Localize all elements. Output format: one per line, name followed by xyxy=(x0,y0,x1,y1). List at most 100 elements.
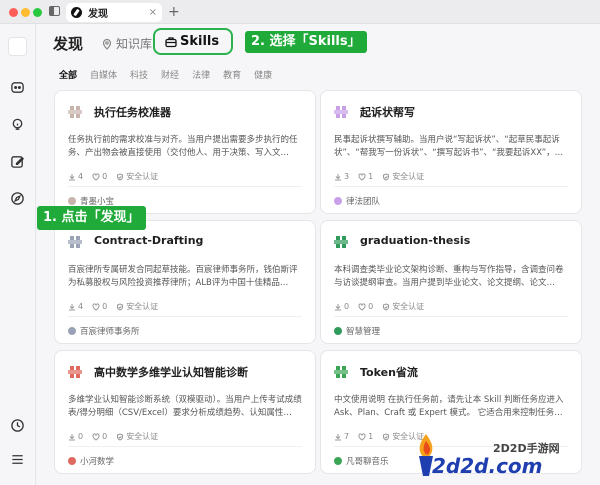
skill-card-author[interactable]: 凡哥聊音乐 xyxy=(334,455,389,467)
minimize-window-button[interactable] xyxy=(21,8,30,17)
download-icon xyxy=(69,303,75,310)
skill-card-title: Token省流 xyxy=(360,366,418,379)
download-icon xyxy=(335,433,341,440)
app-logo xyxy=(8,37,27,56)
location-pin-icon xyxy=(102,38,112,50)
security-badge: 安全认证 xyxy=(382,171,424,182)
page-title: 发现 xyxy=(53,35,84,53)
download-count: 7 xyxy=(334,432,349,441)
sidebar-toggle-icon[interactable] xyxy=(49,6,60,16)
author-avatar xyxy=(334,327,342,335)
skill-card-stats: 0 0 安全认证 xyxy=(68,431,167,442)
filter-tech[interactable]: 科技 xyxy=(130,68,148,81)
skill-card-description: 中文使用说明 在执行任务前，请先让本 Skill 判断任务应进入 Ask、Pla… xyxy=(334,395,564,418)
card-divider xyxy=(68,186,302,187)
maximize-window-button[interactable] xyxy=(33,8,42,17)
security-badge: 安全认证 xyxy=(116,301,158,312)
filter-law[interactable]: 法律 xyxy=(192,68,210,81)
shield-check-icon xyxy=(383,172,390,181)
skill-card-author[interactable]: 律法团队 xyxy=(334,195,380,207)
skill-card-stats: 3 1 安全认证 xyxy=(334,171,433,182)
skill-card[interactable]: graduation-thesis 本科调查类毕业论文架构诊断、重构与写作指导，… xyxy=(320,220,582,344)
card-divider xyxy=(334,316,568,317)
skill-card[interactable]: Contract-Drafting 百宸律所专属研发合同起草技能。百宸律师事务所… xyxy=(54,220,316,344)
main-content: 发现 知识库 Skills 2. 选择「Skills」 全部 自媒体 科技 财经… xyxy=(37,24,600,485)
download-count: 4 xyxy=(68,172,83,181)
close-window-button[interactable] xyxy=(9,8,18,17)
skill-pixel-icon xyxy=(68,104,82,118)
skill-card[interactable]: 执行任务校准器 任务执行前的需求校准与对齐。当用户提出需要多步执行的任务、产出物… xyxy=(54,90,316,214)
left-rail xyxy=(0,24,36,485)
author-avatar xyxy=(334,197,342,205)
author-avatar xyxy=(334,457,342,465)
close-tab-icon[interactable]: × xyxy=(149,7,157,18)
heart-icon xyxy=(92,172,100,181)
menu-icon[interactable] xyxy=(10,452,25,467)
skill-card-author[interactable]: 智慧管理 xyxy=(334,325,380,337)
browser-tab[interactable]: 发现 × xyxy=(66,3,162,22)
skill-card-stats: 4 0 安全认证 xyxy=(68,171,167,182)
like-count[interactable]: 0 xyxy=(358,302,373,311)
shield-check-icon xyxy=(117,432,124,441)
download-icon xyxy=(335,303,341,310)
toolbox-icon xyxy=(165,36,177,47)
like-count[interactable]: 0 xyxy=(92,172,107,181)
skill-card-description: 本科调查类毕业论文架构诊断、重构与写作指导，含调查问卷与访谈提纲审查。当用户提到… xyxy=(334,265,564,288)
skill-card-title: 起诉状帮写 xyxy=(360,106,415,119)
like-count[interactable]: 1 xyxy=(358,172,373,181)
skill-card-author[interactable]: 小河数学 xyxy=(68,455,114,467)
skill-card-description: 百宸律所专属研发合同起草技能。百宸律师事务所，钱伯斯评为私募股权与风险投资推荐律… xyxy=(68,265,298,288)
category-filters: 全部 自媒体 科技 财经 法律 教育 健康 xyxy=(59,68,285,81)
edit-icon[interactable] xyxy=(10,154,25,169)
shield-check-icon xyxy=(383,432,390,441)
filter-education[interactable]: 教育 xyxy=(223,68,241,81)
filter-health[interactable]: 健康 xyxy=(254,68,272,81)
tab-skills[interactable]: Skills xyxy=(153,28,234,55)
shield-check-icon xyxy=(383,302,390,311)
skill-card-stats: 0 0 安全认证 xyxy=(334,301,433,312)
card-divider xyxy=(68,446,302,447)
skill-card-description: 民事起诉状撰写辅助。当用户说“写起诉状”、“起草民事起诉状”、“帮我写一份诉状”… xyxy=(334,135,564,158)
skill-card-stats: 4 0 安全认证 xyxy=(68,301,167,312)
new-tab-button[interactable]: + xyxy=(168,3,180,21)
skill-card[interactable]: 起诉状帮写 民事起诉状撰写辅助。当用户说“写起诉状”、“起草民事起诉状”、“帮我… xyxy=(320,90,582,214)
filter-finance[interactable]: 财经 xyxy=(161,68,179,81)
like-count[interactable]: 0 xyxy=(92,302,107,311)
assistant-icon[interactable] xyxy=(10,80,25,95)
tab-skills-label: Skills xyxy=(180,34,220,49)
filter-media[interactable]: 自媒体 xyxy=(90,68,117,81)
download-count: 0 xyxy=(68,432,83,441)
tab-knowledge-base[interactable]: 知识库 xyxy=(101,35,152,52)
skill-card-description: 任务执行前的需求校准与对齐。当用户提出需要多步执行的任务、产出物会被直接使用（交… xyxy=(68,135,298,158)
shield-check-icon xyxy=(117,172,124,181)
browser-tab-title: 发现 xyxy=(88,9,108,20)
skill-pixel-icon xyxy=(334,364,348,378)
skill-card-title: 高中数学多维学业认知智能诊断 xyxy=(94,366,248,379)
compass-icon[interactable] xyxy=(10,191,25,206)
step-1-annotation: 1. 点击「发现」 xyxy=(37,206,146,230)
card-divider xyxy=(334,186,568,187)
card-divider xyxy=(68,316,302,317)
heart-icon xyxy=(92,432,100,441)
skill-card-author[interactable]: 百宸律师事务所 xyxy=(68,325,140,337)
heart-icon xyxy=(358,302,366,311)
app-favicon-icon xyxy=(71,7,82,18)
skill-pixel-icon xyxy=(68,364,82,378)
history-icon[interactable] xyxy=(10,418,25,433)
like-count[interactable]: 1 xyxy=(358,432,373,441)
download-count: 4 xyxy=(68,302,83,311)
filter-all[interactable]: 全部 xyxy=(59,68,77,81)
skill-pixel-icon xyxy=(334,234,348,248)
security-badge: 安全认证 xyxy=(116,431,158,442)
skill-card[interactable]: 高中数学多维学业认知智能诊断 多维学业认知智能诊断系统（双模驱动）。当用户上传考… xyxy=(54,350,316,474)
skill-card-description: 多维学业认知智能诊断系统（双模驱动）。当用户上传考试成绩表/得分明细（CSV/E… xyxy=(68,395,302,418)
security-badge: 安全认证 xyxy=(382,301,424,312)
skill-pixel-icon xyxy=(68,234,82,248)
step-2-annotation: 2. 选择「Skills」 xyxy=(245,31,367,53)
lightbulb-icon[interactable] xyxy=(10,117,25,132)
shield-check-icon xyxy=(117,302,124,311)
like-count[interactable]: 0 xyxy=(92,432,107,441)
download-icon xyxy=(69,433,75,440)
download-icon xyxy=(335,173,341,180)
author-avatar xyxy=(68,327,76,335)
